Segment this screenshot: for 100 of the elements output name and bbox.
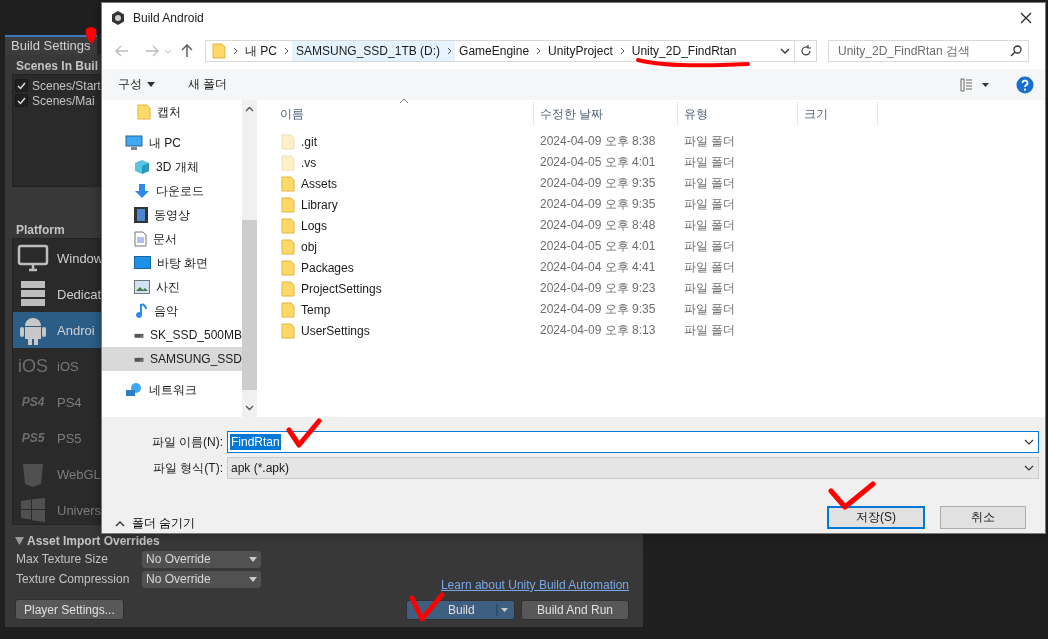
platform-item[interactable]: PS4 PS4 [13, 384, 105, 420]
nav-item-label: 네트워크 [149, 381, 197, 399]
file-date: 2024-04-09 오후 9:35 [539, 175, 657, 192]
platform-logo: PS5 [20, 431, 46, 445]
column-header[interactable]: 수정한 날짜 [534, 102, 678, 126]
nav-item[interactable]: 사진 [102, 275, 242, 299]
hide-folders-button[interactable]: 폴더 숨기기 [115, 515, 827, 532]
refresh-icon [799, 45, 812, 57]
breadcrumb[interactable]: Unity_2D_FindRtan [627, 41, 741, 61]
dropdown-arrow-icon [496, 604, 510, 616]
breadcrumb[interactable]: SAMSUNG_SSD_1TB (D:) [292, 41, 445, 61]
file-name-field[interactable]: FindRtan [227, 431, 1039, 453]
platform-item[interactable]: Dedicat [13, 276, 105, 312]
build-settings-tab[interactable]: Build Settings [5, 35, 97, 55]
file-type: 파일 폴더 [683, 238, 737, 255]
desktop-icon [134, 256, 151, 270]
scene-label: Scenes/Mai [32, 93, 95, 108]
new-folder-button[interactable]: 새 폴더 [188, 76, 228, 93]
column-header[interactable]: 크기 [798, 102, 878, 126]
breadcrumb[interactable]: UnityProject [544, 41, 617, 61]
search-icon [1010, 45, 1022, 57]
nav-item-label: 문서 [153, 230, 177, 248]
file-name[interactable]: .git [301, 134, 317, 149]
checkbox[interactable] [15, 79, 28, 92]
nav-item[interactable]: 다운로드 [102, 179, 242, 203]
file-date: 2024-04-09 오후 8:38 [539, 133, 657, 150]
file-type-dropdown[interactable]: apk (*.apk) [227, 457, 1039, 479]
platform-label: PS4 [57, 394, 82, 410]
nav-item[interactable]: SK_SSD_500MB [102, 323, 242, 347]
file-name[interactable]: Library [301, 197, 338, 212]
scroll-up-icon[interactable] [245, 106, 254, 112]
section-header: Scenes In Buil [15, 58, 99, 74]
platform-item[interactable]: Window [13, 240, 105, 276]
build-automation-link[interactable]: Learn about Unity Build Automation [440, 577, 629, 593]
nav-item[interactable]: 캡처 [102, 100, 242, 124]
platform-label: PS5 [57, 430, 82, 446]
nav-item[interactable]: 내 PC [102, 131, 242, 155]
nav-item[interactable]: SAMSUNG_SSD [102, 347, 242, 371]
cube-icon [134, 159, 150, 175]
nav-item[interactable]: 문서 [102, 227, 242, 251]
cancel-button[interactable]: 취소 [940, 505, 1026, 529]
address-bar[interactable]: 내 PC SAMSUNG_SSD_1TB (D:) GameEngine UnityProject Unity_2D_FindRtan [205, 40, 795, 62]
download-arrow-icon [134, 183, 150, 199]
chevron-down-icon[interactable] [1024, 439, 1034, 445]
file-date: 2024-04-09 오후 9:35 [539, 301, 657, 318]
nav-item-label: 내 PC [149, 134, 181, 152]
nav-item[interactable]: 음악 [102, 299, 242, 323]
dropdown-arrow-icon [147, 82, 155, 87]
setting-label: Max Texture Size [16, 552, 109, 566]
scroll-down-icon[interactable] [245, 405, 254, 411]
breadcrumb[interactable]: GameEngine [455, 41, 534, 61]
organize-menu[interactable]: 구성 [118, 76, 155, 93]
nav-item-label: SAMSUNG_SSD [149, 352, 242, 366]
expand-triangle-icon[interactable] [15, 537, 24, 545]
file-name[interactable]: obj [301, 239, 317, 254]
file-name[interactable]: ProjectSettings [301, 281, 382, 296]
file-type: 파일 폴더 [683, 217, 737, 234]
save-button[interactable]: 저장(S) [827, 505, 925, 529]
nav-item-label: SK_SSD_500MB [149, 328, 242, 342]
file-type: 파일 폴더 [683, 196, 737, 213]
help-icon[interactable] [1015, 74, 1035, 95]
file-date: 2024-04-09 오후 8:48 [539, 217, 657, 234]
file-type: 파일 폴더 [683, 175, 737, 192]
music-note-icon [134, 303, 148, 319]
player-settings-button[interactable]: Player Settings... [15, 599, 124, 620]
search-field[interactable]: Unity_2D_FindRtan 검색 [828, 40, 1029, 62]
refresh-button[interactable] [795, 40, 817, 62]
nav-item-label: 3D 개체 [156, 158, 199, 176]
file-name[interactable]: Temp [301, 302, 331, 317]
column-header[interactable]: 이름 [259, 102, 534, 126]
nav-item[interactable]: 동영상 [102, 203, 242, 227]
file-name[interactable]: Assets [301, 176, 337, 191]
check-annotation [408, 592, 446, 622]
field-label: 파일 형식(T): [152, 459, 223, 477]
nav-item[interactable]: 바탕 화면 [102, 251, 242, 275]
file-name[interactable]: Logs [301, 218, 328, 233]
file-type: 파일 폴더 [683, 133, 737, 150]
chevron-up-icon [115, 520, 125, 527]
checkbox[interactable] [15, 94, 28, 107]
platform-item[interactable]: PS5 PS5 [13, 420, 105, 456]
platform-label: Univers [57, 502, 102, 518]
nav-item[interactable]: 3D 개체 [102, 155, 242, 179]
setting-label: Texture Compression [16, 572, 131, 586]
dropdown[interactable]: No Override [142, 570, 261, 588]
file-date: 2024-04-09 오후 9:23 [539, 280, 657, 297]
file-type: 파일 폴더 [683, 259, 737, 276]
scrollbar[interactable] [242, 100, 257, 417]
sort-caret-icon [399, 98, 409, 104]
file-date: 2024-04-05 오후 4:01 [539, 154, 657, 171]
file-date: 2024-04-05 오후 4:01 [539, 238, 657, 255]
build-and-run-button[interactable]: Build And Run [521, 600, 629, 620]
nav-item-label: 다운로드 [156, 182, 204, 200]
breadcrumb[interactable]: 내 PC [241, 41, 281, 61]
file-name[interactable]: .vs [301, 155, 317, 170]
nav-item[interactable]: 네트워크 [102, 378, 242, 402]
column-header[interactable]: 유형 [678, 102, 798, 126]
file-name[interactable]: Packages [301, 260, 354, 275]
file-date: 2024-04-09 오후 8:13 [539, 322, 657, 339]
file-name[interactable]: UserSettings [301, 323, 370, 338]
dropdown[interactable]: No Override [142, 550, 261, 568]
